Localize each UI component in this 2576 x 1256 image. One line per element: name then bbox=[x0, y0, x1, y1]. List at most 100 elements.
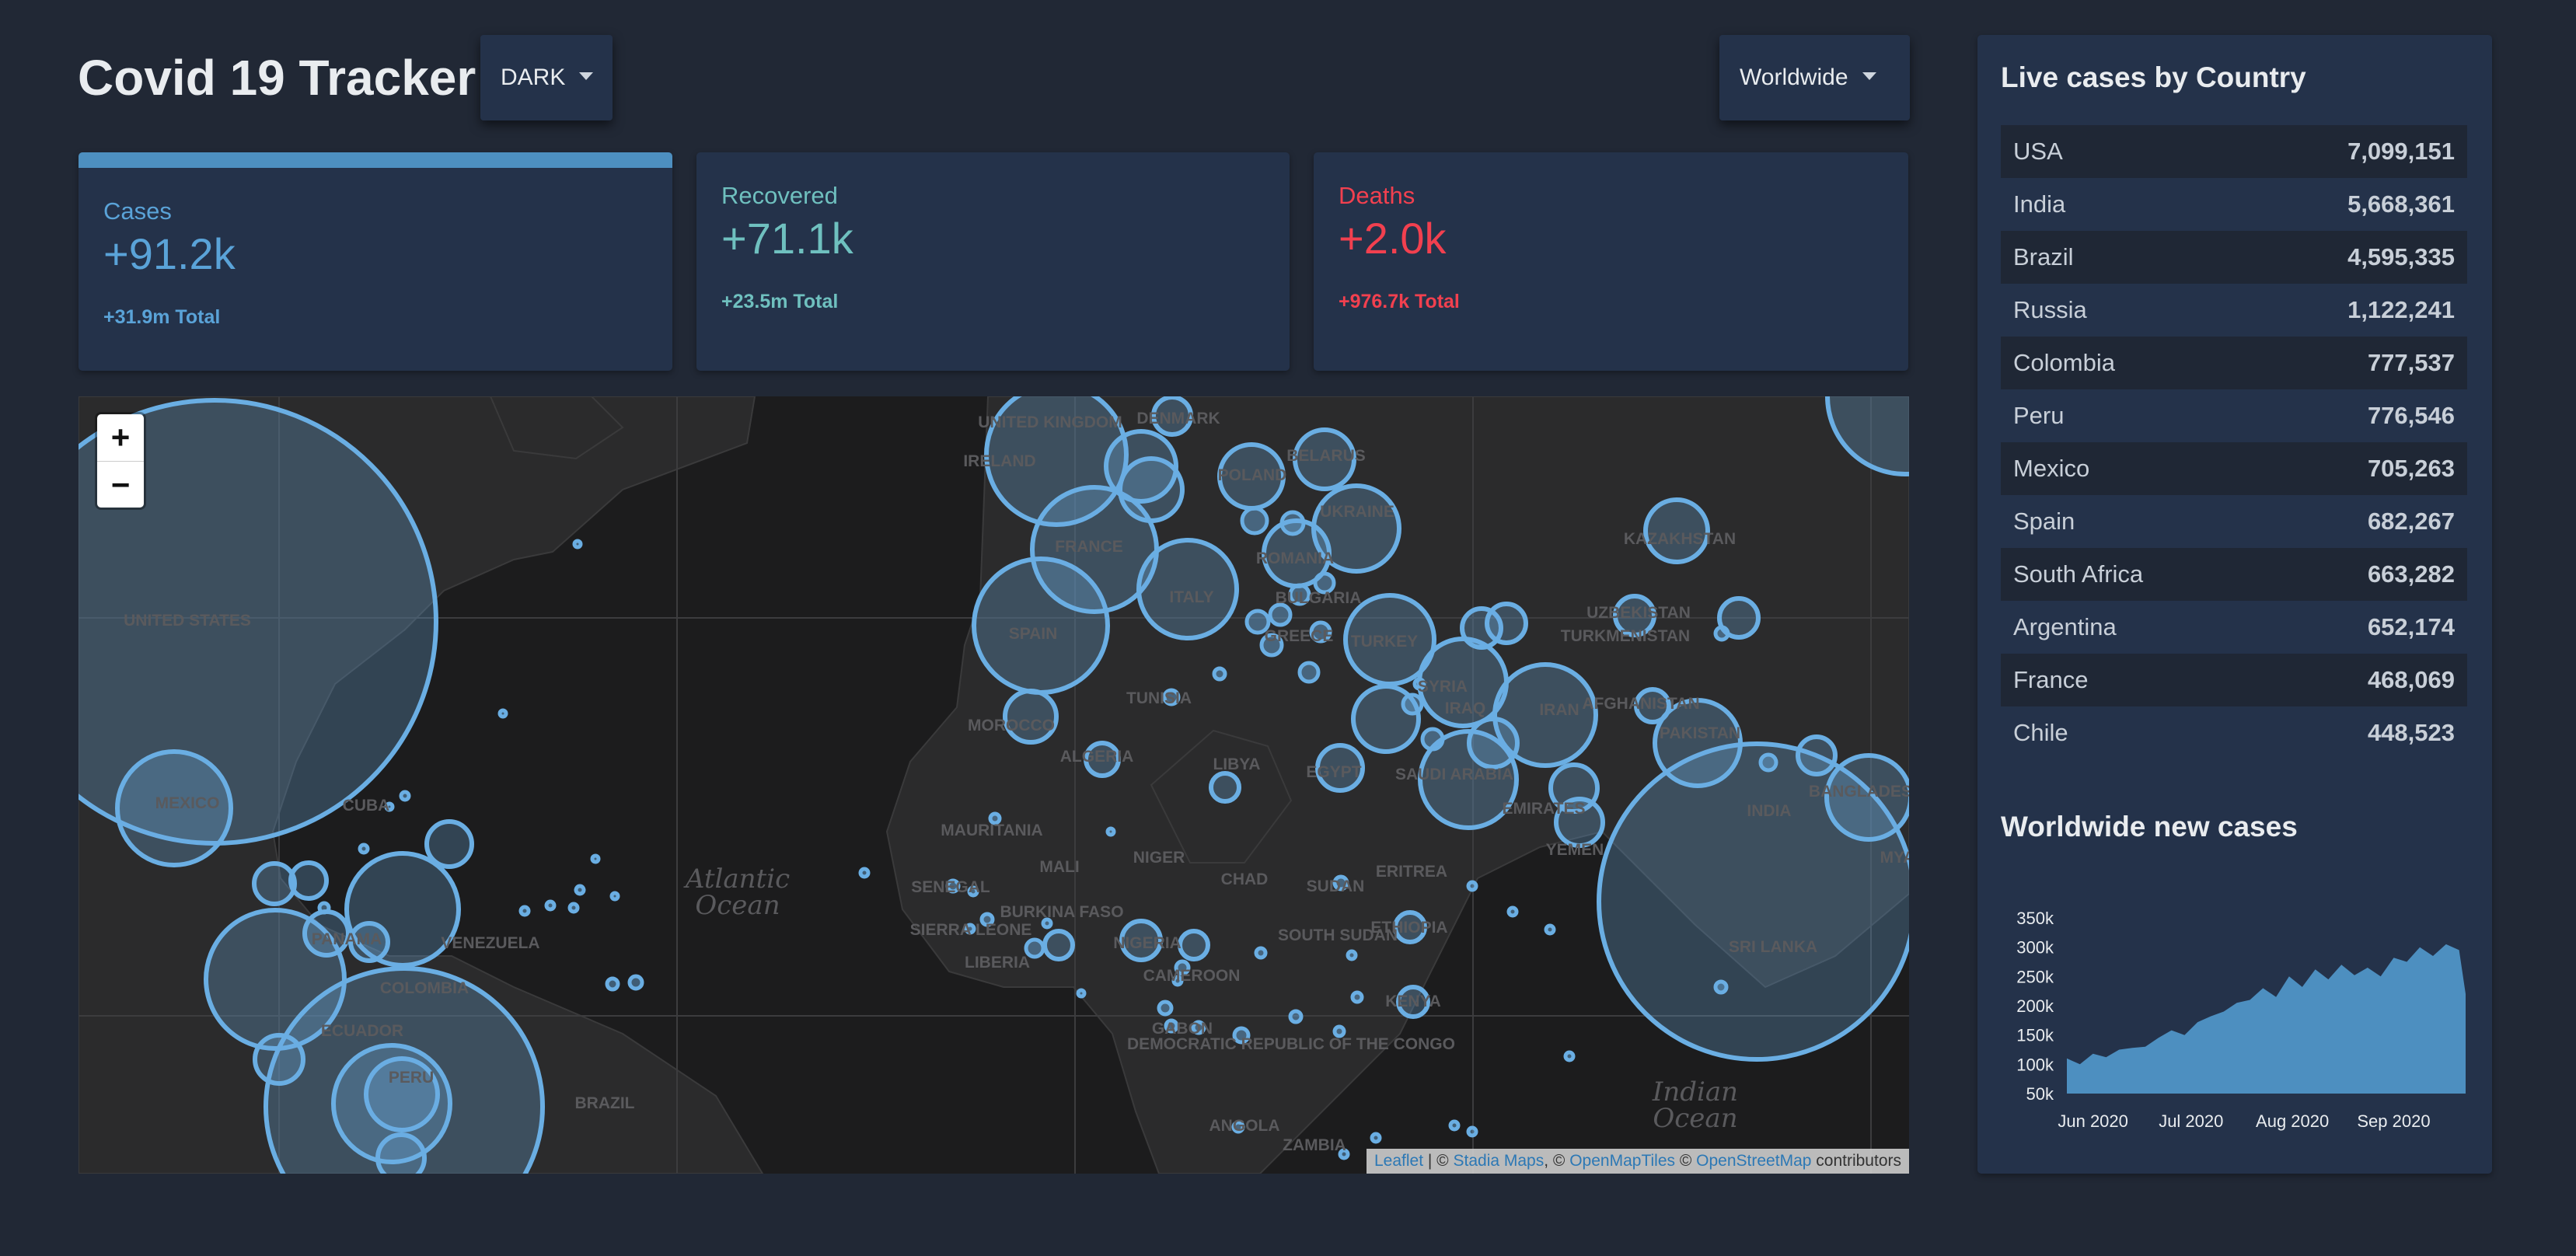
sidebar: Live cases by Country USA 7,099,151 India 5… bbox=[1977, 35, 2492, 1174]
country-name: South Africa bbox=[2013, 560, 2144, 588]
table-row: Peru 776,546 bbox=[2001, 389, 2467, 442]
country-cases: 682,267 bbox=[2367, 508, 2455, 535]
table-row: Brazil 4,595,335 bbox=[2001, 231, 2467, 284]
cases-total: +31.9m Total bbox=[103, 306, 221, 328]
table-row: France 468,069 bbox=[2001, 654, 2467, 706]
country-cases: 5,668,361 bbox=[2347, 190, 2455, 218]
map-label: DEMOCRATIC REPUBLIC OF THE CONGO bbox=[1127, 1035, 1455, 1053]
map-label: EGYPT bbox=[1306, 763, 1361, 781]
deaths-total: +976.7k Total bbox=[1339, 291, 1460, 312]
caret-down-icon bbox=[1862, 72, 1876, 80]
recovered-value: +71.1k bbox=[721, 214, 853, 263]
map-label: AFGHANISTAN bbox=[1582, 695, 1699, 713]
zoom-control: + − bbox=[97, 414, 144, 508]
map-label: LIBYA bbox=[1213, 755, 1260, 773]
world-map[interactable]: UNITED STATES MEXICO CUBA PANAMA VENEZUE… bbox=[79, 396, 1909, 1174]
peru-circle[interactable] bbox=[331, 1043, 452, 1164]
country-cases: 776,546 bbox=[2367, 402, 2455, 429]
map-label: MALI bbox=[1039, 858, 1079, 876]
selected-card-accent bbox=[79, 152, 672, 168]
cases-card[interactable]: Cases +91.2k +31.9m Total bbox=[79, 152, 672, 371]
attribution-text: contributors bbox=[1811, 1152, 1901, 1170]
openstreetmap-link[interactable]: OpenStreetMap bbox=[1696, 1152, 1811, 1170]
country-cases: 468,069 bbox=[2367, 666, 2455, 693]
country-cases: 1,122,241 bbox=[2347, 296, 2455, 323]
x-tick-label: Sep 2020 bbox=[2357, 1111, 2430, 1131]
honduras-circle[interactable] bbox=[252, 861, 297, 906]
zoom-out-button[interactable]: − bbox=[97, 462, 144, 508]
map-label: Ocean bbox=[695, 890, 780, 921]
map-label: SUDAN bbox=[1307, 877, 1365, 895]
recovered-total: +23.5m Total bbox=[721, 291, 839, 312]
attribution-text: | © bbox=[1423, 1152, 1454, 1170]
country-cases: 777,537 bbox=[2367, 349, 2455, 376]
cameroon-circle[interactable] bbox=[1178, 929, 1210, 961]
map-label: SOUTH SUDAN bbox=[1278, 926, 1398, 944]
map-label: TURKMENISTAN bbox=[1561, 627, 1690, 645]
map-label: BURKINA FASO bbox=[1000, 903, 1123, 921]
country-name: Colombia bbox=[2013, 349, 2115, 376]
y-tick-label: 250k bbox=[2016, 967, 2054, 986]
map-label: BULGARIA bbox=[1276, 589, 1362, 607]
map-label: KENYA bbox=[1385, 993, 1441, 1010]
recovered-card[interactable]: Recovered +71.1k +23.5m Total bbox=[696, 152, 1290, 371]
map-label: SENEGAL bbox=[911, 878, 990, 896]
region-dropdown[interactable]: Worldwide bbox=[1719, 35, 1910, 120]
netherlands-circle[interactable] bbox=[1104, 429, 1178, 504]
y-tick-label: 200k bbox=[2016, 996, 2054, 1016]
new-cases-area bbox=[2067, 944, 2466, 1094]
map-label: TURKEY bbox=[1351, 633, 1418, 651]
country-cases: 663,282 bbox=[2367, 560, 2455, 588]
country-name: Brazil bbox=[2013, 243, 2074, 270]
y-tick-label: 100k bbox=[2016, 1055, 2054, 1074]
country-cases: 4,595,335 bbox=[2347, 243, 2455, 270]
map-label: SAUDI ARABIA bbox=[1395, 766, 1513, 783]
cases-label: Cases bbox=[103, 197, 172, 225]
map-label: NIGER bbox=[1133, 849, 1185, 867]
map-label: ECUADOR bbox=[321, 1022, 403, 1040]
map-label: BANGLADESH bbox=[1809, 783, 1909, 801]
map-label: BELARUS bbox=[1286, 447, 1366, 465]
nepal-circle[interactable] bbox=[1796, 734, 1838, 776]
dominican-circle[interactable] bbox=[424, 819, 474, 869]
map-label: PAKISTAN bbox=[1660, 724, 1740, 742]
map-canvas[interactable]: UNITED STATES MEXICO CUBA PANAMA VENEZUE… bbox=[79, 396, 1909, 1174]
y-tick-label: 150k bbox=[2016, 1026, 2054, 1045]
y-tick-label: 350k bbox=[2016, 909, 2054, 928]
theme-dropdown[interactable]: DARK bbox=[480, 35, 613, 120]
stadia-link[interactable]: Stadia Maps bbox=[1454, 1152, 1545, 1170]
ecuador-circle[interactable] bbox=[253, 1033, 305, 1086]
live-cases-title: Live cases by Country bbox=[2001, 61, 2306, 93]
map-label: UNITED STATES bbox=[124, 612, 251, 630]
map-attribution: Leaflet | © Stadia Maps, © OpenMapTiles … bbox=[1367, 1149, 1909, 1174]
app-title: Covid 19 Tracker bbox=[78, 50, 476, 106]
map-label: UNITED KINGDOM bbox=[978, 413, 1122, 431]
map-label: ROMANIA bbox=[1256, 550, 1334, 567]
libya-circle[interactable] bbox=[1209, 771, 1241, 804]
country-name: Russia bbox=[2013, 296, 2087, 323]
country-cases: 705,263 bbox=[2367, 455, 2455, 482]
map-label: IRAQ bbox=[1445, 700, 1486, 717]
leaflet-link[interactable]: Leaflet bbox=[1374, 1152, 1423, 1170]
map-label: PANAMA bbox=[312, 930, 382, 948]
armenia-circle[interactable] bbox=[1485, 602, 1528, 645]
table-row: USA 7,099,151 bbox=[2001, 125, 2467, 178]
country-cases: 7,099,151 bbox=[2347, 138, 2455, 165]
map-label: MAURITANIA bbox=[941, 822, 1042, 839]
x-tick-label: Jun 2020 bbox=[2058, 1111, 2128, 1131]
map-label: CUBA bbox=[343, 797, 390, 815]
zoom-in-button[interactable]: + bbox=[97, 414, 144, 462]
map-label: SRI LANKA bbox=[1729, 938, 1817, 956]
attribution-text: © bbox=[1675, 1152, 1697, 1170]
y-tick-label: 50k bbox=[2026, 1084, 2054, 1104]
recovered-label: Recovered bbox=[721, 182, 838, 209]
ghana-circle[interactable] bbox=[1042, 929, 1075, 961]
country-table: USA 7,099,151 India 5,668,361 Brazil 4,595,33… bbox=[2001, 125, 2467, 759]
deaths-value: +2.0k bbox=[1339, 214, 1447, 263]
country-name: India bbox=[2013, 190, 2066, 218]
deaths-card[interactable]: Deaths +2.0k +976.7k Total bbox=[1314, 152, 1908, 371]
map-label: SIERRA LEONE bbox=[910, 921, 1032, 939]
kuwait-circle[interactable] bbox=[1467, 717, 1520, 769]
openmaptiles-link[interactable]: OpenMapTiles bbox=[1569, 1152, 1675, 1170]
map-label: PERU bbox=[389, 1069, 434, 1087]
